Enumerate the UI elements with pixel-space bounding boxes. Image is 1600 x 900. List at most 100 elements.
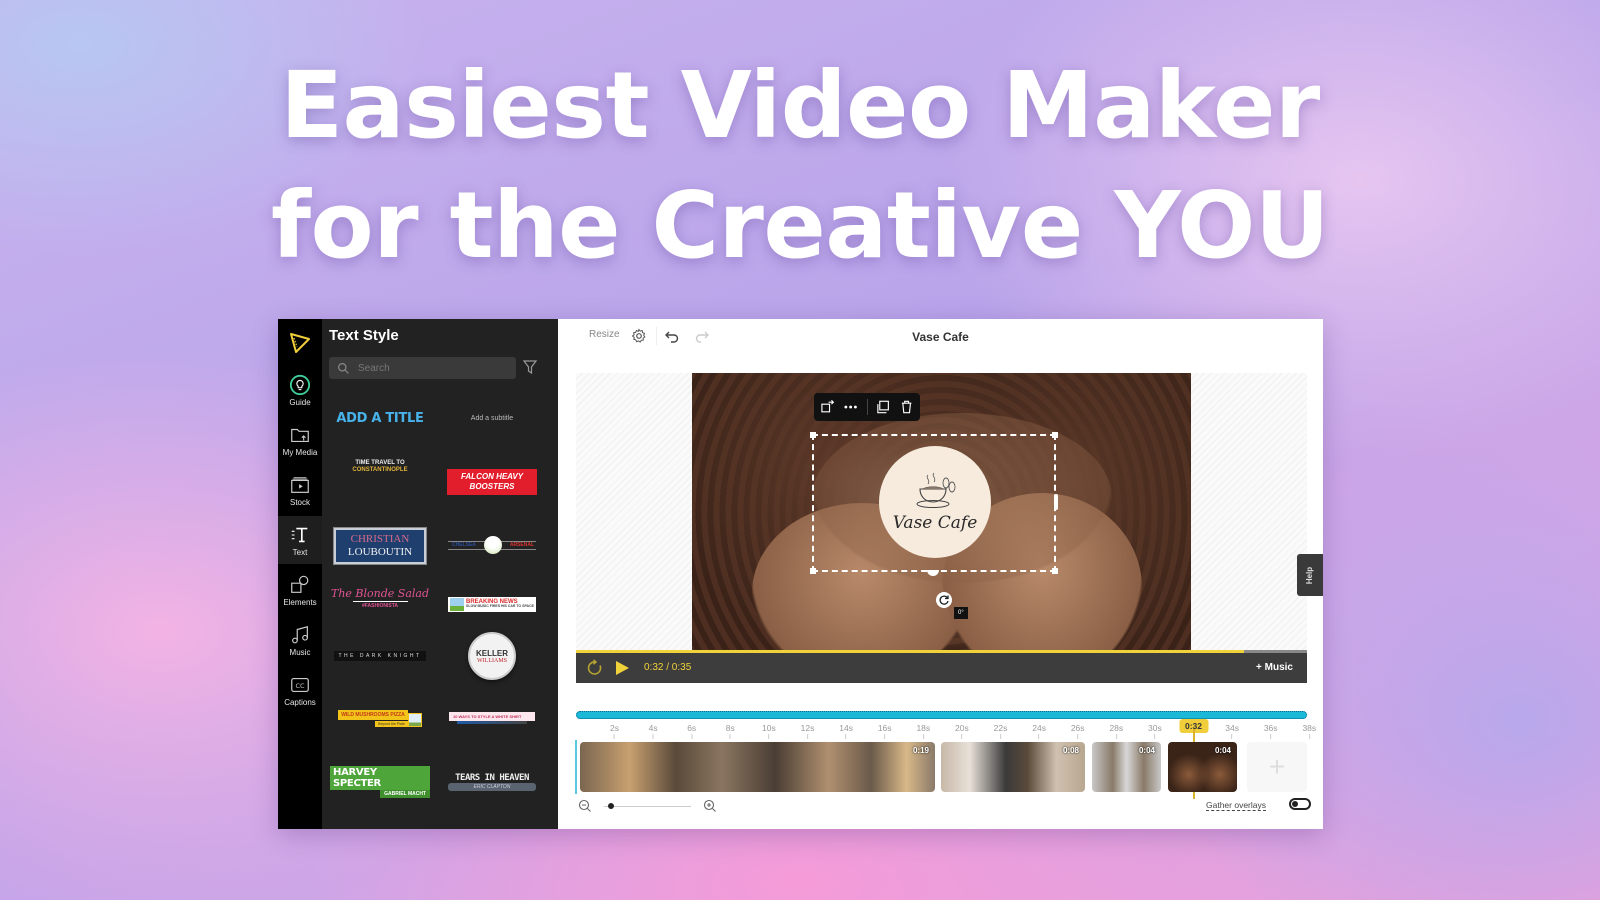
clip-duration: 0:04 — [1138, 746, 1155, 755]
style-add-subtitle[interactable]: Add a subtitle — [442, 395, 542, 441]
replace-icon[interactable] — [820, 399, 835, 415]
ball-icon — [484, 536, 502, 554]
style-falcon-heavy[interactable]: FALCON HEAVY BOOSTERS — [442, 459, 542, 505]
add-subtitle-text: Add a subtitle — [470, 414, 514, 422]
style-text-line: CHELSEA — [452, 542, 476, 548]
timeline-scrollbar[interactable] — [576, 711, 1307, 719]
ruler-tick: 4s — [649, 723, 658, 739]
side-resize-handle[interactable] — [1054, 494, 1058, 510]
app-logo-icon[interactable] — [288, 331, 312, 355]
canvas-stage: Vase Cafe 0° — [576, 373, 1307, 653]
rail-label: Elements — [283, 597, 317, 607]
style-keller-williams[interactable]: KELLER WILLIAMS — [442, 632, 542, 680]
gather-overlays-toggle[interactable] — [1289, 798, 1311, 810]
rail-item-elements[interactable]: Elements — [278, 566, 322, 614]
style-time-travel[interactable]: TIME TRAVEL TO CONSTANTINOPLE — [330, 444, 430, 490]
zoom-in-icon[interactable] — [703, 799, 717, 813]
svg-text:CC: CC — [296, 682, 305, 690]
search-icon — [338, 362, 349, 374]
style-blonde-salad[interactable]: The Blonde Salad #FASHIONISTA — [330, 575, 430, 621]
style-text-line: WILLIAMS — [477, 657, 507, 664]
resize-handle[interactable] — [1052, 568, 1058, 574]
resize-handle[interactable] — [810, 432, 816, 438]
replay-icon[interactable] — [586, 659, 604, 677]
style-text-line: CHRISTIAN — [350, 533, 410, 546]
video-editor-window: Guide My Media Stock Text Elements Music… — [278, 319, 1323, 829]
clip-duration: 0:08 — [1062, 746, 1079, 755]
search-box[interactable] — [329, 357, 516, 379]
timeline-clip[interactable]: 0:04 — [1092, 742, 1161, 792]
style-text-line: LOUBOUTIN — [347, 546, 413, 558]
style-harvey-specter[interactable]: HARVEY SPECTER GABRIEL MACHT — [330, 759, 430, 805]
style-text-line: The Blonde Salad — [331, 587, 429, 600]
help-label: Help — [1305, 566, 1315, 584]
timeline-clip[interactable]: 0:08 — [941, 742, 1085, 792]
ruler-tick: 16s — [878, 723, 892, 739]
more-icon[interactable] — [843, 399, 858, 415]
rotate-handle[interactable] — [936, 592, 952, 608]
rail-label: Text — [292, 547, 308, 557]
coffee-cup-icon — [916, 472, 956, 508]
timeline-clip[interactable]: 0:04 — [1168, 742, 1237, 792]
style-dark-knight[interactable]: THE DARK KNIGHT — [330, 633, 430, 679]
progress-fill — [576, 650, 1245, 653]
rail-item-stock[interactable]: Stock — [278, 466, 322, 514]
video-preview[interactable]: Vase Cafe 0° — [692, 373, 1191, 653]
add-music-button[interactable]: + Music — [1256, 662, 1293, 673]
timeline-ruler: 2s 4s 6s 8s 10s 12s 14s 16s 18s 20s 22s 24s 26s 28s 30… — [576, 719, 1316, 741]
cafe-logo[interactable]: Vase Cafe — [879, 446, 991, 558]
style-text-line: WILD MUSHROOMS PIZZA — [338, 709, 408, 720]
ruler-tick: 26s — [1071, 723, 1085, 739]
style-text-line: Beyond the Plate — [375, 720, 408, 727]
time-display: 0:32 / 0:35 — [644, 662, 692, 673]
resize-handle[interactable] — [1052, 432, 1058, 438]
shapes-icon — [291, 575, 309, 593]
style-text-line: ARSENAL — [509, 542, 534, 548]
rail-item-my-media[interactable]: My Media — [278, 416, 322, 464]
style-white-shirt[interactable]: 10 WAYS TO STYLE A WHITE SHIRT — [442, 695, 542, 741]
project-title[interactable]: Vase Cafe — [558, 330, 1323, 344]
style-tears-in-heaven[interactable]: TEARS IN HEAVEN ERIC CLAPTON — [442, 759, 542, 805]
style-text-line: FALCON HEAVY — [460, 472, 524, 482]
trash-icon[interactable] — [899, 399, 914, 415]
search-input[interactable] — [358, 362, 508, 374]
thumbnail-image — [407, 712, 422, 727]
style-add-title[interactable]: ADD A TITLE — [330, 395, 430, 441]
zoom-slider-knob[interactable] — [608, 803, 615, 809]
context-toolbar — [814, 393, 920, 421]
rail-item-text[interactable]: Text — [278, 516, 322, 564]
add-clip-button[interactable]: + — [1247, 742, 1307, 792]
play-icon[interactable] — [614, 660, 630, 676]
resize-handle[interactable] — [810, 568, 816, 574]
gather-overlays-label[interactable]: Gather overlays — [1206, 800, 1266, 811]
ruler-tick: 38s — [1302, 723, 1316, 739]
zoom-out-icon[interactable] — [578, 799, 592, 813]
thumbnail-image — [450, 597, 464, 611]
style-wild-mushrooms-pizza[interactable]: WILD MUSHROOMS PIZZA Beyond the Plate — [330, 695, 430, 741]
style-text-line: BOOSTERS — [469, 482, 515, 491]
ruler-tick: 34s — [1225, 723, 1239, 739]
rail-item-captions[interactable]: CC Captions — [278, 666, 322, 714]
text-style-panel: Text Style ADD A TITLE Add a subtitle TI… — [322, 319, 558, 829]
rail-item-music[interactable]: Music — [278, 616, 322, 664]
rotate-icon — [939, 595, 949, 605]
timeline-clip[interactable]: 0:19 — [580, 742, 935, 792]
style-sport-score[interactable]: CHELSEA ARSENAL — [442, 523, 542, 569]
style-text-line: GABRIEL MACHT — [380, 790, 430, 798]
timeline-clips: 0:19 0:08 0:04 0:04 + — [576, 742, 1307, 792]
ruler-tick: 24s — [1032, 723, 1046, 739]
ruler-tick: 14s — [839, 723, 853, 739]
zoom-slider-track[interactable] — [604, 806, 691, 807]
headline-line-1: Easiest Video Maker — [280, 52, 1320, 159]
help-tab[interactable]: Help — [1297, 554, 1323, 596]
duplicate-icon[interactable] — [875, 399, 890, 415]
style-breaking-news[interactable]: BREAKING NEWS SLOW MUSIC FIRES HIS CAR T… — [442, 581, 542, 627]
divider — [866, 399, 868, 415]
style-christian-louboutin[interactable]: CHRISTIAN LOUBOUTIN — [330, 523, 430, 569]
ruler-tick: 2s — [610, 723, 619, 739]
ruler-tick: 6s — [687, 723, 696, 739]
progress-track[interactable] — [576, 650, 1307, 653]
rail-item-guide[interactable]: Guide — [278, 366, 322, 414]
style-text-line: TEARS IN HEAVEN — [455, 773, 529, 783]
filter-icon[interactable] — [522, 359, 538, 375]
